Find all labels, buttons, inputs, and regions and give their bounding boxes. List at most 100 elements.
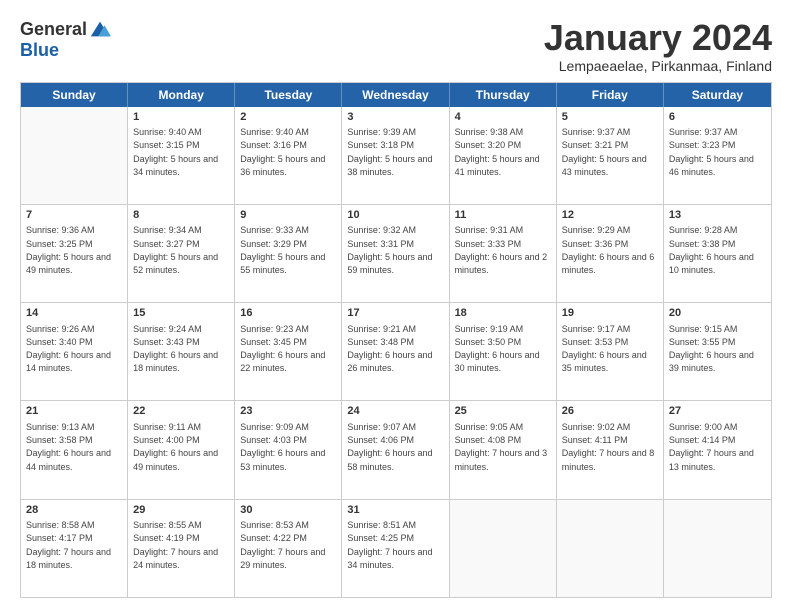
cell-info: Sunrise: 8:53 AMSunset: 4:22 PMDaylight:… bbox=[240, 520, 325, 570]
header-thursday: Thursday bbox=[450, 83, 557, 107]
logo-icon bbox=[89, 18, 111, 40]
calendar-body: 1 Sunrise: 9:40 AMSunset: 3:15 PMDaylight… bbox=[21, 107, 771, 597]
week-row-4: 21 Sunrise: 9:13 AMSunset: 3:58 PMDayligh… bbox=[21, 400, 771, 498]
cal-cell-2-4: 18 Sunrise: 9:19 AMSunset: 3:50 PMDayligh… bbox=[450, 303, 557, 400]
day-number: 15 bbox=[133, 306, 229, 321]
calendar: Sunday Monday Tuesday Wednesday Thursday… bbox=[20, 82, 772, 598]
day-number: 2 bbox=[240, 110, 336, 125]
day-number: 8 bbox=[133, 208, 229, 223]
cal-cell-0-2: 2 Sunrise: 9:40 AMSunset: 3:16 PMDaylight… bbox=[235, 107, 342, 204]
cell-info: Sunrise: 9:40 AMSunset: 3:15 PMDaylight:… bbox=[133, 127, 218, 177]
cal-cell-1-1: 8Sunrise: 9:34 AMSunset: 3:27 PMDaylight… bbox=[128, 205, 235, 302]
cal-cell-0-0 bbox=[21, 107, 128, 204]
cal-cell-3-2: 23Sunrise: 9:09 AMSunset: 4:03 PMDayligh… bbox=[235, 401, 342, 498]
cell-info: Sunrise: 9:15 AMSunset: 3:55 PMDaylight:… bbox=[669, 324, 754, 374]
day-number: 13 bbox=[669, 208, 766, 223]
cell-info: Sunrise: 9:38 AMSunset: 3:20 PMDaylight:… bbox=[455, 127, 540, 177]
cell-info: Sunrise: 9:36 AMSunset: 3:25 PMDaylight:… bbox=[26, 225, 111, 275]
week-row-1: 1 Sunrise: 9:40 AMSunset: 3:15 PMDaylight… bbox=[21, 107, 771, 204]
cell-info: Sunrise: 9:19 AMSunset: 3:50 PMDaylight:… bbox=[455, 324, 540, 374]
logo-general: General bbox=[20, 19, 87, 40]
day-number: 31 bbox=[347, 503, 443, 518]
cal-cell-0-4: 4 Sunrise: 9:38 AMSunset: 3:20 PMDaylight… bbox=[450, 107, 557, 204]
cal-cell-4-2: 30 Sunrise: 8:53 AMSunset: 4:22 PMDayligh… bbox=[235, 500, 342, 597]
cal-cell-4-6 bbox=[664, 500, 771, 597]
day-number: 4 bbox=[455, 110, 551, 125]
cell-info: Sunrise: 9:23 AMSunset: 3:45 PMDaylight:… bbox=[240, 324, 325, 374]
day-number: 16 bbox=[240, 306, 336, 321]
cell-info: Sunrise: 9:40 AMSunset: 3:16 PMDaylight:… bbox=[240, 127, 325, 177]
cell-info: Sunrise: 9:02 AMSunset: 4:11 PMDaylight:… bbox=[562, 422, 655, 472]
day-number: 27 bbox=[669, 404, 766, 419]
cell-info: Sunrise: 9:31 AMSunset: 3:33 PMDaylight:… bbox=[455, 225, 548, 275]
day-number: 30 bbox=[240, 503, 336, 518]
page: General Blue January 2024 Lempaeaelae, P… bbox=[0, 0, 792, 612]
cell-info: Sunrise: 9:32 AMSunset: 3:31 PMDaylight:… bbox=[347, 225, 432, 275]
cal-cell-1-6: 13 Sunrise: 9:28 AMSunset: 3:38 PMDayligh… bbox=[664, 205, 771, 302]
cal-cell-3-5: 26 Sunrise: 9:02 AMSunset: 4:11 PMDayligh… bbox=[557, 401, 664, 498]
cell-info: Sunrise: 9:07 AMSunset: 4:06 PMDaylight:… bbox=[347, 422, 432, 472]
day-number: 20 bbox=[669, 306, 766, 321]
cal-cell-4-4 bbox=[450, 500, 557, 597]
day-number: 9 bbox=[240, 208, 336, 223]
cal-cell-1-5: 12Sunrise: 9:29 AMSunset: 3:36 PMDayligh… bbox=[557, 205, 664, 302]
cell-info: Sunrise: 9:05 AMSunset: 4:08 PMDaylight:… bbox=[455, 422, 548, 472]
cell-info: Sunrise: 9:39 AMSunset: 3:18 PMDaylight:… bbox=[347, 127, 432, 177]
day-number: 17 bbox=[347, 306, 443, 321]
logo-blue: Blue bbox=[20, 40, 59, 61]
cal-cell-2-2: 16 Sunrise: 9:23 AMSunset: 3:45 PMDayligh… bbox=[235, 303, 342, 400]
calendar-header: Sunday Monday Tuesday Wednesday Thursday… bbox=[21, 83, 771, 107]
day-number: 25 bbox=[455, 404, 551, 419]
cal-cell-4-1: 29Sunrise: 8:55 AMSunset: 4:19 PMDayligh… bbox=[128, 500, 235, 597]
day-number: 11 bbox=[455, 208, 551, 223]
day-number: 26 bbox=[562, 404, 658, 419]
cell-info: Sunrise: 9:37 AMSunset: 3:23 PMDaylight:… bbox=[669, 127, 754, 177]
cal-cell-3-4: 25 Sunrise: 9:05 AMSunset: 4:08 PMDayligh… bbox=[450, 401, 557, 498]
subtitle: Lempaeaelae, Pirkanmaa, Finland bbox=[544, 58, 772, 74]
cal-cell-2-3: 17 Sunrise: 9:21 AMSunset: 3:48 PMDayligh… bbox=[342, 303, 449, 400]
day-number: 29 bbox=[133, 503, 229, 518]
day-number: 7 bbox=[26, 208, 122, 223]
day-number: 23 bbox=[240, 404, 336, 419]
day-number: 14 bbox=[26, 306, 122, 321]
week-row-5: 28Sunrise: 8:58 AMSunset: 4:17 PMDayligh… bbox=[21, 499, 771, 597]
cell-info: Sunrise: 9:28 AMSunset: 3:38 PMDaylight:… bbox=[669, 225, 754, 275]
cal-cell-3-6: 27 Sunrise: 9:00 AMSunset: 4:14 PMDayligh… bbox=[664, 401, 771, 498]
day-number: 3 bbox=[347, 110, 443, 125]
cal-cell-0-3: 3 Sunrise: 9:39 AMSunset: 3:18 PMDaylight… bbox=[342, 107, 449, 204]
header-monday: Monday bbox=[128, 83, 235, 107]
day-number: 19 bbox=[562, 306, 658, 321]
day-number: 10 bbox=[347, 208, 443, 223]
cell-info: Sunrise: 9:21 AMSunset: 3:48 PMDaylight:… bbox=[347, 324, 432, 374]
cal-cell-3-1: 22Sunrise: 9:11 AMSunset: 4:00 PMDayligh… bbox=[128, 401, 235, 498]
title-block: January 2024 Lempaeaelae, Pirkanmaa, Fin… bbox=[544, 18, 772, 74]
cal-cell-3-0: 21 Sunrise: 9:13 AMSunset: 3:58 PMDayligh… bbox=[21, 401, 128, 498]
header-saturday: Saturday bbox=[664, 83, 771, 107]
cal-cell-4-5 bbox=[557, 500, 664, 597]
cal-cell-1-2: 9 Sunrise: 9:33 AMSunset: 3:29 PMDaylight… bbox=[235, 205, 342, 302]
cell-info: Sunrise: 9:26 AMSunset: 3:40 PMDaylight:… bbox=[26, 324, 111, 374]
cal-cell-2-1: 15Sunrise: 9:24 AMSunset: 3:43 PMDayligh… bbox=[128, 303, 235, 400]
cal-cell-0-5: 5Sunrise: 9:37 AMSunset: 3:21 PMDaylight… bbox=[557, 107, 664, 204]
cal-cell-0-1: 1 Sunrise: 9:40 AMSunset: 3:15 PMDaylight… bbox=[128, 107, 235, 204]
day-number: 28 bbox=[26, 503, 122, 518]
week-row-3: 14 Sunrise: 9:26 AMSunset: 3:40 PMDayligh… bbox=[21, 302, 771, 400]
cell-info: Sunrise: 9:00 AMSunset: 4:14 PMDaylight:… bbox=[669, 422, 754, 472]
cell-info: Sunrise: 9:13 AMSunset: 3:58 PMDaylight:… bbox=[26, 422, 111, 472]
day-number: 21 bbox=[26, 404, 122, 419]
cell-info: Sunrise: 9:37 AMSunset: 3:21 PMDaylight:… bbox=[562, 127, 647, 177]
header: General Blue January 2024 Lempaeaelae, P… bbox=[20, 18, 772, 74]
cal-cell-2-5: 19Sunrise: 9:17 AMSunset: 3:53 PMDayligh… bbox=[557, 303, 664, 400]
cell-info: Sunrise: 9:33 AMSunset: 3:29 PMDaylight:… bbox=[240, 225, 325, 275]
cal-cell-1-4: 11 Sunrise: 9:31 AMSunset: 3:33 PMDayligh… bbox=[450, 205, 557, 302]
day-number: 1 bbox=[133, 110, 229, 125]
day-number: 18 bbox=[455, 306, 551, 321]
cell-info: Sunrise: 9:29 AMSunset: 3:36 PMDaylight:… bbox=[562, 225, 655, 275]
cal-cell-2-6: 20 Sunrise: 9:15 AMSunset: 3:55 PMDayligh… bbox=[664, 303, 771, 400]
week-row-2: 7 Sunrise: 9:36 AMSunset: 3:25 PMDaylight… bbox=[21, 204, 771, 302]
cal-cell-4-3: 31Sunrise: 8:51 AMSunset: 4:25 PMDayligh… bbox=[342, 500, 449, 597]
cal-cell-0-6: 6Sunrise: 9:37 AMSunset: 3:23 PMDaylight… bbox=[664, 107, 771, 204]
header-friday: Friday bbox=[557, 83, 664, 107]
cal-cell-1-3: 10 Sunrise: 9:32 AMSunset: 3:31 PMDayligh… bbox=[342, 205, 449, 302]
cal-cell-2-0: 14 Sunrise: 9:26 AMSunset: 3:40 PMDayligh… bbox=[21, 303, 128, 400]
